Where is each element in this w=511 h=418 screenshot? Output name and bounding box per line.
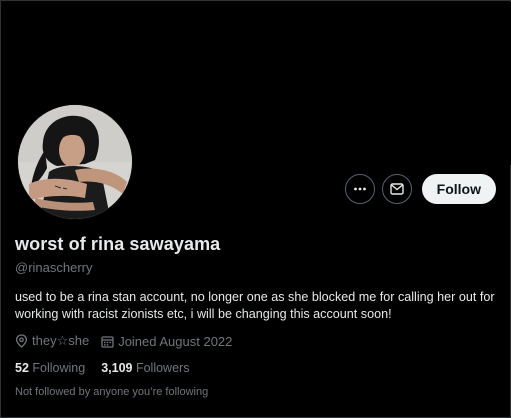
message-button[interactable]	[381, 174, 412, 204]
following-count: 52	[15, 361, 29, 375]
profile-actions: Follow	[344, 174, 496, 204]
envelope-icon	[389, 183, 404, 195]
follow-button[interactable]: Follow	[421, 174, 496, 204]
avatar[interactable]	[15, 102, 135, 222]
display-name: worst of rina sawayama	[15, 234, 221, 254]
following-link[interactable]: 52 Following	[15, 361, 85, 375]
following-label: Following	[32, 361, 86, 375]
joined-item: Joined August 2022	[101, 334, 232, 349]
username-handle: @rinascherry	[15, 260, 93, 275]
pronouns-text: they☆she	[32, 333, 90, 348]
follow-stats: 52 Following 3,109 Followers	[15, 361, 205, 375]
followers-label: Followers	[135, 361, 190, 375]
followers-count: 3,109	[101, 361, 133, 375]
location-pin-icon	[15, 334, 28, 348]
pronouns-item: they☆she	[15, 333, 89, 349]
joined-date-text: Joined August 2022	[118, 333, 233, 349]
bio-text: used to be a rina stan account, no longe…	[15, 290, 495, 321]
profile-meta: they☆she Joined August 2022	[15, 333, 244, 349]
more-horizontal-icon	[353, 187, 366, 191]
avatar-photo	[17, 104, 133, 220]
calendar-icon	[101, 335, 114, 348]
followers-link[interactable]: 3,109 Followers	[101, 361, 189, 375]
followed-by-note: Not followed by anyone you’re following	[15, 386, 209, 398]
more-button[interactable]	[344, 174, 375, 204]
